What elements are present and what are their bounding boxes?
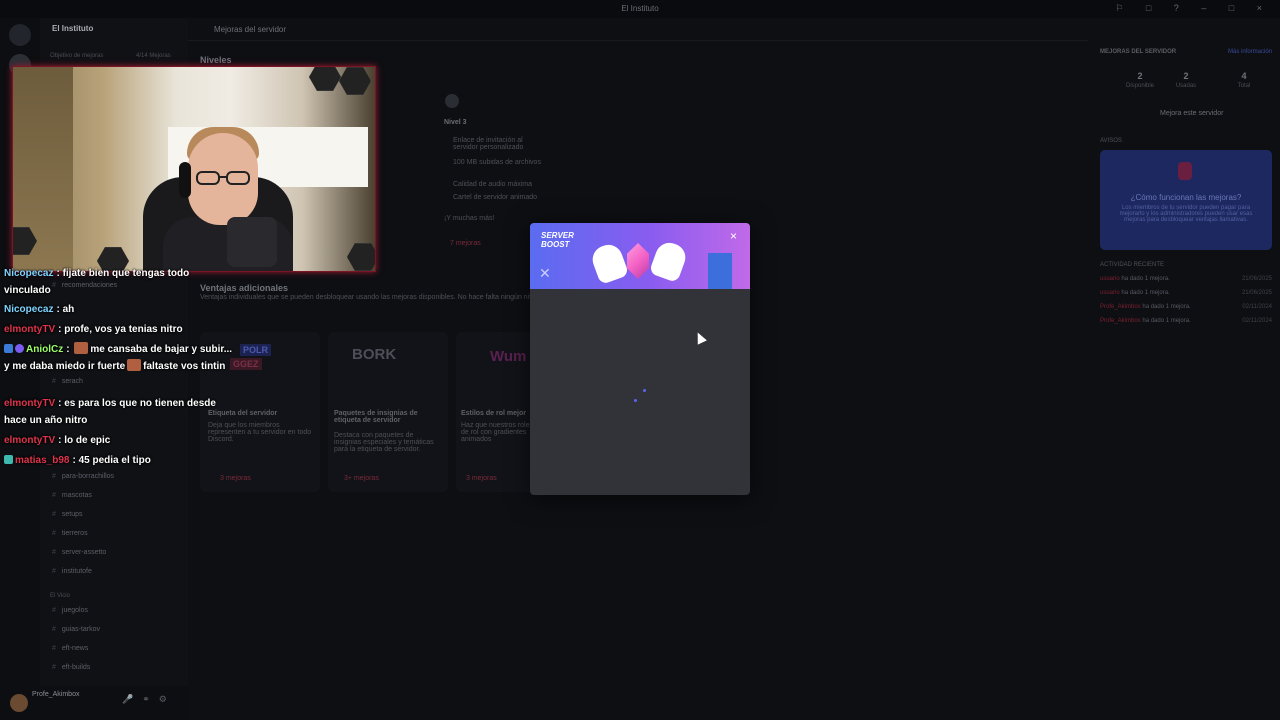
chat-message: AniolCz: me cansaba de bajar y subir... … <box>4 342 233 372</box>
perk: 100 MB subidas de archivos <box>453 159 541 166</box>
sidebar-channel[interactable]: # eft-builds <box>52 664 90 671</box>
home-icon[interactable] <box>9 24 31 46</box>
hash-icon: # <box>52 568 56 575</box>
perk: Calidad de audio máxima <box>453 181 532 188</box>
badge-icon <box>4 455 13 464</box>
microphone-icon <box>227 217 277 267</box>
user-controls[interactable]: 🎤⚭⚙ <box>122 694 176 705</box>
sidebar-channel[interactable]: # tierreros <box>52 530 88 537</box>
chat-message: Nicopecaz: fijate bien que tengas todo v… <box>4 268 190 296</box>
hash-icon: # <box>52 511 56 518</box>
gem-icon <box>1178 162 1192 180</box>
hash-icon: # <box>52 492 56 499</box>
gem-icon <box>627 243 649 279</box>
sidebar-channel[interactable]: # juegolos <box>52 607 88 614</box>
hash-icon: # <box>52 549 56 556</box>
window-title: El Instituto <box>621 4 659 13</box>
boost-progress: 4/14 Mejoras <box>136 53 171 59</box>
server-name[interactable]: El Instituto <box>52 24 93 33</box>
promo-title: ¿Cómo funcionan las mejoras? <box>1130 193 1242 202</box>
hash-icon: # <box>52 626 56 633</box>
promo-card: ¿Cómo funcionan las mejoras? Los miembro… <box>1100 150 1272 250</box>
more-perks: ¡Y muchas más! <box>444 215 495 222</box>
server-boost-logo: SERVER BOOST <box>541 231 574 249</box>
close-icon[interactable]: × <box>730 229 737 243</box>
badge-icon <box>15 344 24 353</box>
boost-goal: Objetivo de mejoras <box>50 53 104 59</box>
user-panel: Profe_Akimbox 🎤⚭⚙ <box>0 686 188 720</box>
chat-message: elmontyTV: es para los que no tienen des… <box>4 398 216 426</box>
sidebar-channel[interactable]: # setups <box>52 511 83 518</box>
castle-icon <box>708 253 732 289</box>
chat-message: Nicopecaz: ah <box>4 304 75 315</box>
activity-heading: ACTIVIDAD RECIENTE <box>1100 262 1165 268</box>
perk-card[interactable]: BORK Paquetes de insignias de etiqueta d… <box>328 332 448 492</box>
activity-item: usuario ha dado 1 mejora. 21/06/2025 <box>1100 290 1272 296</box>
card-title: Estilos de rol mejor <box>461 410 526 417</box>
chat-message: elmontyTV: lo de epic <box>4 435 111 446</box>
card-requirement: 3 mejoras <box>466 475 497 482</box>
loading-spinner-icon <box>634 399 637 402</box>
activity-item: Profe_Akimbox ha dado 1 mejora. 02/11/202… <box>1100 318 1272 324</box>
promo-text: Los miembros de tu servidor pueden pagar… <box>1119 205 1253 223</box>
tag-badge: POLR <box>240 344 272 356</box>
category-label[interactable]: El Vicio <box>50 593 70 599</box>
card-desc: Destaca con paquetes de insignias especi… <box>334 432 434 453</box>
level3-requirement: 7 mejoras <box>450 240 481 247</box>
badge-icon <box>4 344 13 353</box>
wump-label: Wum <box>490 348 527 365</box>
webcam-overlay <box>12 66 376 272</box>
sidebar-channel[interactable]: # server-assetto <box>52 549 106 556</box>
gem-icon <box>445 94 459 108</box>
card-title: Paquetes de insignias de etiqueta de ser… <box>334 410 418 424</box>
bork-label: BORK <box>352 346 397 363</box>
level3-title: Nivel 3 <box>444 119 467 126</box>
title-bar: El Instituto ⚐ □ ? – □ × <box>0 0 1280 18</box>
stat-total: 4 Total <box>1237 71 1251 89</box>
hash-icon: # <box>52 645 56 652</box>
sidebar-channel[interactable]: # eft-news <box>52 645 88 652</box>
emote-icon <box>127 359 142 371</box>
activity-item: usuario ha dado 1 mejora. 21/06/2025 <box>1100 276 1272 282</box>
perk: Enlace de invitación al servidor persona… <box>453 137 524 151</box>
sidebar-channel[interactable]: # institutofe <box>52 568 92 575</box>
hash-icon: # <box>52 607 56 614</box>
card-desc: Haz que nuestros roles de rol con gradie… <box>461 422 533 443</box>
levels-heading: Niveles <box>200 55 232 65</box>
emote-icon <box>74 342 89 354</box>
window-controls[interactable]: ⚐ □ ? – □ × <box>1115 3 1272 14</box>
chat-message: matias_b98: 45 pedia el tipo <box>4 452 236 469</box>
stat-used: 2 Usadas <box>1175 71 1197 89</box>
boost-server-button[interactable]: Mejora este servidor <box>1160 110 1223 117</box>
boost-banner: SERVER BOOST ✕ × <box>530 223 750 289</box>
chat-message: elmontyTV: profe, vos ya tenias nitro <box>4 324 183 335</box>
username: Profe_Akimbox <box>32 691 80 698</box>
sidebar-channel[interactable]: # guias-tarkov <box>52 626 100 633</box>
stream-chat: Nicopecaz: fijate bien que tengas todo v… <box>0 264 240 484</box>
activity-item: Profe_Akimbox ha dado 1 mejora. 02/11/202… <box>1100 304 1272 310</box>
hash-icon: # <box>52 664 56 671</box>
server-boost-modal: SERVER BOOST ✕ × <box>530 223 750 495</box>
panel-heading: MEJORAS DEL SERVIDOR <box>1100 49 1177 55</box>
glasses-icon <box>196 171 250 185</box>
sparkle-icon: ✕ <box>539 265 551 281</box>
sidebar-channel[interactable]: # mascotas <box>52 492 92 499</box>
help-heading: AVISOS <box>1100 138 1122 144</box>
hash-icon: # <box>52 530 56 537</box>
avatar[interactable] <box>10 694 28 712</box>
extras-subtitle: Ventajas individuales que se pueden desb… <box>200 294 541 301</box>
loading-spinner-icon <box>643 389 646 392</box>
glove-icon <box>588 240 630 286</box>
boost-summary-panel: MEJORAS DEL SERVIDOR Más información 2 Di… <box>1090 40 1280 720</box>
more-info-link[interactable]: Más información <box>1228 49 1272 55</box>
glove-icon <box>648 238 690 284</box>
content-header: Mejoras del servidor <box>188 18 1088 41</box>
perk: Cartel de servidor animado <box>453 194 538 201</box>
perk-card[interactable]: Wum Estilos de rol mejor Haz que nuestro… <box>456 332 536 492</box>
page-title: Mejoras del servidor <box>214 25 287 34</box>
card-requirement: 3+ mejoras <box>344 475 379 482</box>
